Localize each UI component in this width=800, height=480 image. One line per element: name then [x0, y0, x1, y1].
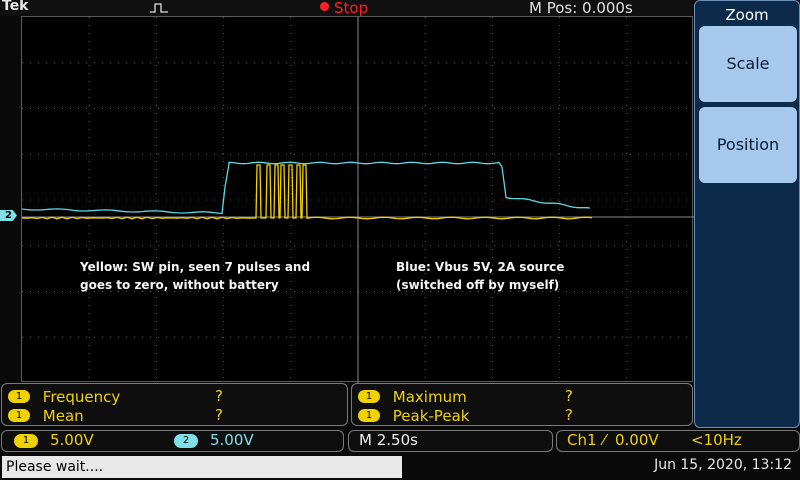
rising-edge-icon: ⁄	[603, 431, 606, 449]
measurement-peak-peak[interactable]: 1 Peak-Peak	[358, 406, 470, 425]
measurement-label: Mean	[42, 406, 84, 425]
status-message: Please wait....	[2, 456, 402, 478]
measurement-label: Frequency	[42, 387, 121, 406]
annotation-blue-trace: Blue: Vbus 5V, 2A source (switched off b…	[396, 260, 565, 292]
channel-1-waveform	[22, 164, 593, 220]
pulse-trigger-icon	[150, 3, 168, 13]
zoom-scale-button[interactable]: Scale	[699, 26, 797, 102]
measurement-label: Maximum	[392, 387, 467, 406]
side-menu-zoom: Zoom Scale Position	[694, 0, 800, 428]
channel-1-badge: 1	[8, 390, 30, 403]
trigger-box[interactable]: Ch1 ⁄ 0.00V <10Hz	[556, 430, 800, 452]
measurement-panel-right: 1 Maximum ? 1 Peak-Peak ?	[351, 383, 693, 426]
measurement-value: ?	[215, 387, 223, 405]
measurement-value: ?	[565, 406, 573, 424]
top-status-bar: Tek Stop M Pos: 0.000s	[0, 0, 693, 17]
measurement-maximum[interactable]: 1 Maximum	[358, 387, 467, 406]
channel-scale-bar: 1 5.00V 2 5.00V	[1, 430, 344, 452]
channel-1-badge: 1	[358, 390, 380, 403]
brand-logo: Tek	[2, 0, 29, 14]
run-state-label[interactable]: Stop	[334, 0, 368, 17]
measurement-frequency[interactable]: 1 Frequency	[8, 387, 121, 406]
measurement-label: Peak-Peak	[392, 406, 470, 425]
channel-1-badge: 1	[358, 409, 380, 422]
annotation-yellow-trace: Yellow: SW pin, seen 7 pulses and goes t…	[80, 260, 311, 292]
timebase-readout: M 2.50s	[359, 431, 418, 449]
measurement-panel-left: 1 Frequency ? 1 Mean ?	[1, 383, 348, 426]
timebase-box[interactable]: M 2.50s	[348, 430, 553, 452]
trigger-level: 0.00V	[615, 431, 659, 449]
graticule	[22, 17, 694, 383]
channel-1-badge: 1	[8, 409, 30, 422]
channel-1-scale: 5.00V	[50, 431, 94, 449]
trigger-frequency: <10Hz	[691, 431, 742, 449]
measurement-value: ?	[215, 406, 223, 424]
measurement-mean[interactable]: 1 Mean	[8, 406, 84, 425]
channel-2-scale: 5.00V	[210, 431, 254, 449]
waveform-display	[21, 16, 694, 383]
channel-2-badge[interactable]: 2	[174, 434, 198, 448]
run-state-indicator-icon	[320, 2, 329, 11]
bottom-bar: Please wait.... Jun 15, 2020, 13:12	[0, 454, 800, 480]
trigger-source: Ch1	[567, 431, 597, 449]
date-time: Jun 15, 2020, 13:12	[654, 457, 792, 473]
zoom-position-button[interactable]: Position	[699, 107, 797, 183]
side-menu-title: Zoom	[725, 6, 769, 24]
channel-2-ground-marker[interactable]: 2	[0, 210, 17, 221]
horizontal-position-readout: M Pos: 0.000s	[529, 0, 633, 17]
measurement-value: ?	[565, 387, 573, 405]
channel-1-badge[interactable]: 1	[14, 434, 38, 448]
